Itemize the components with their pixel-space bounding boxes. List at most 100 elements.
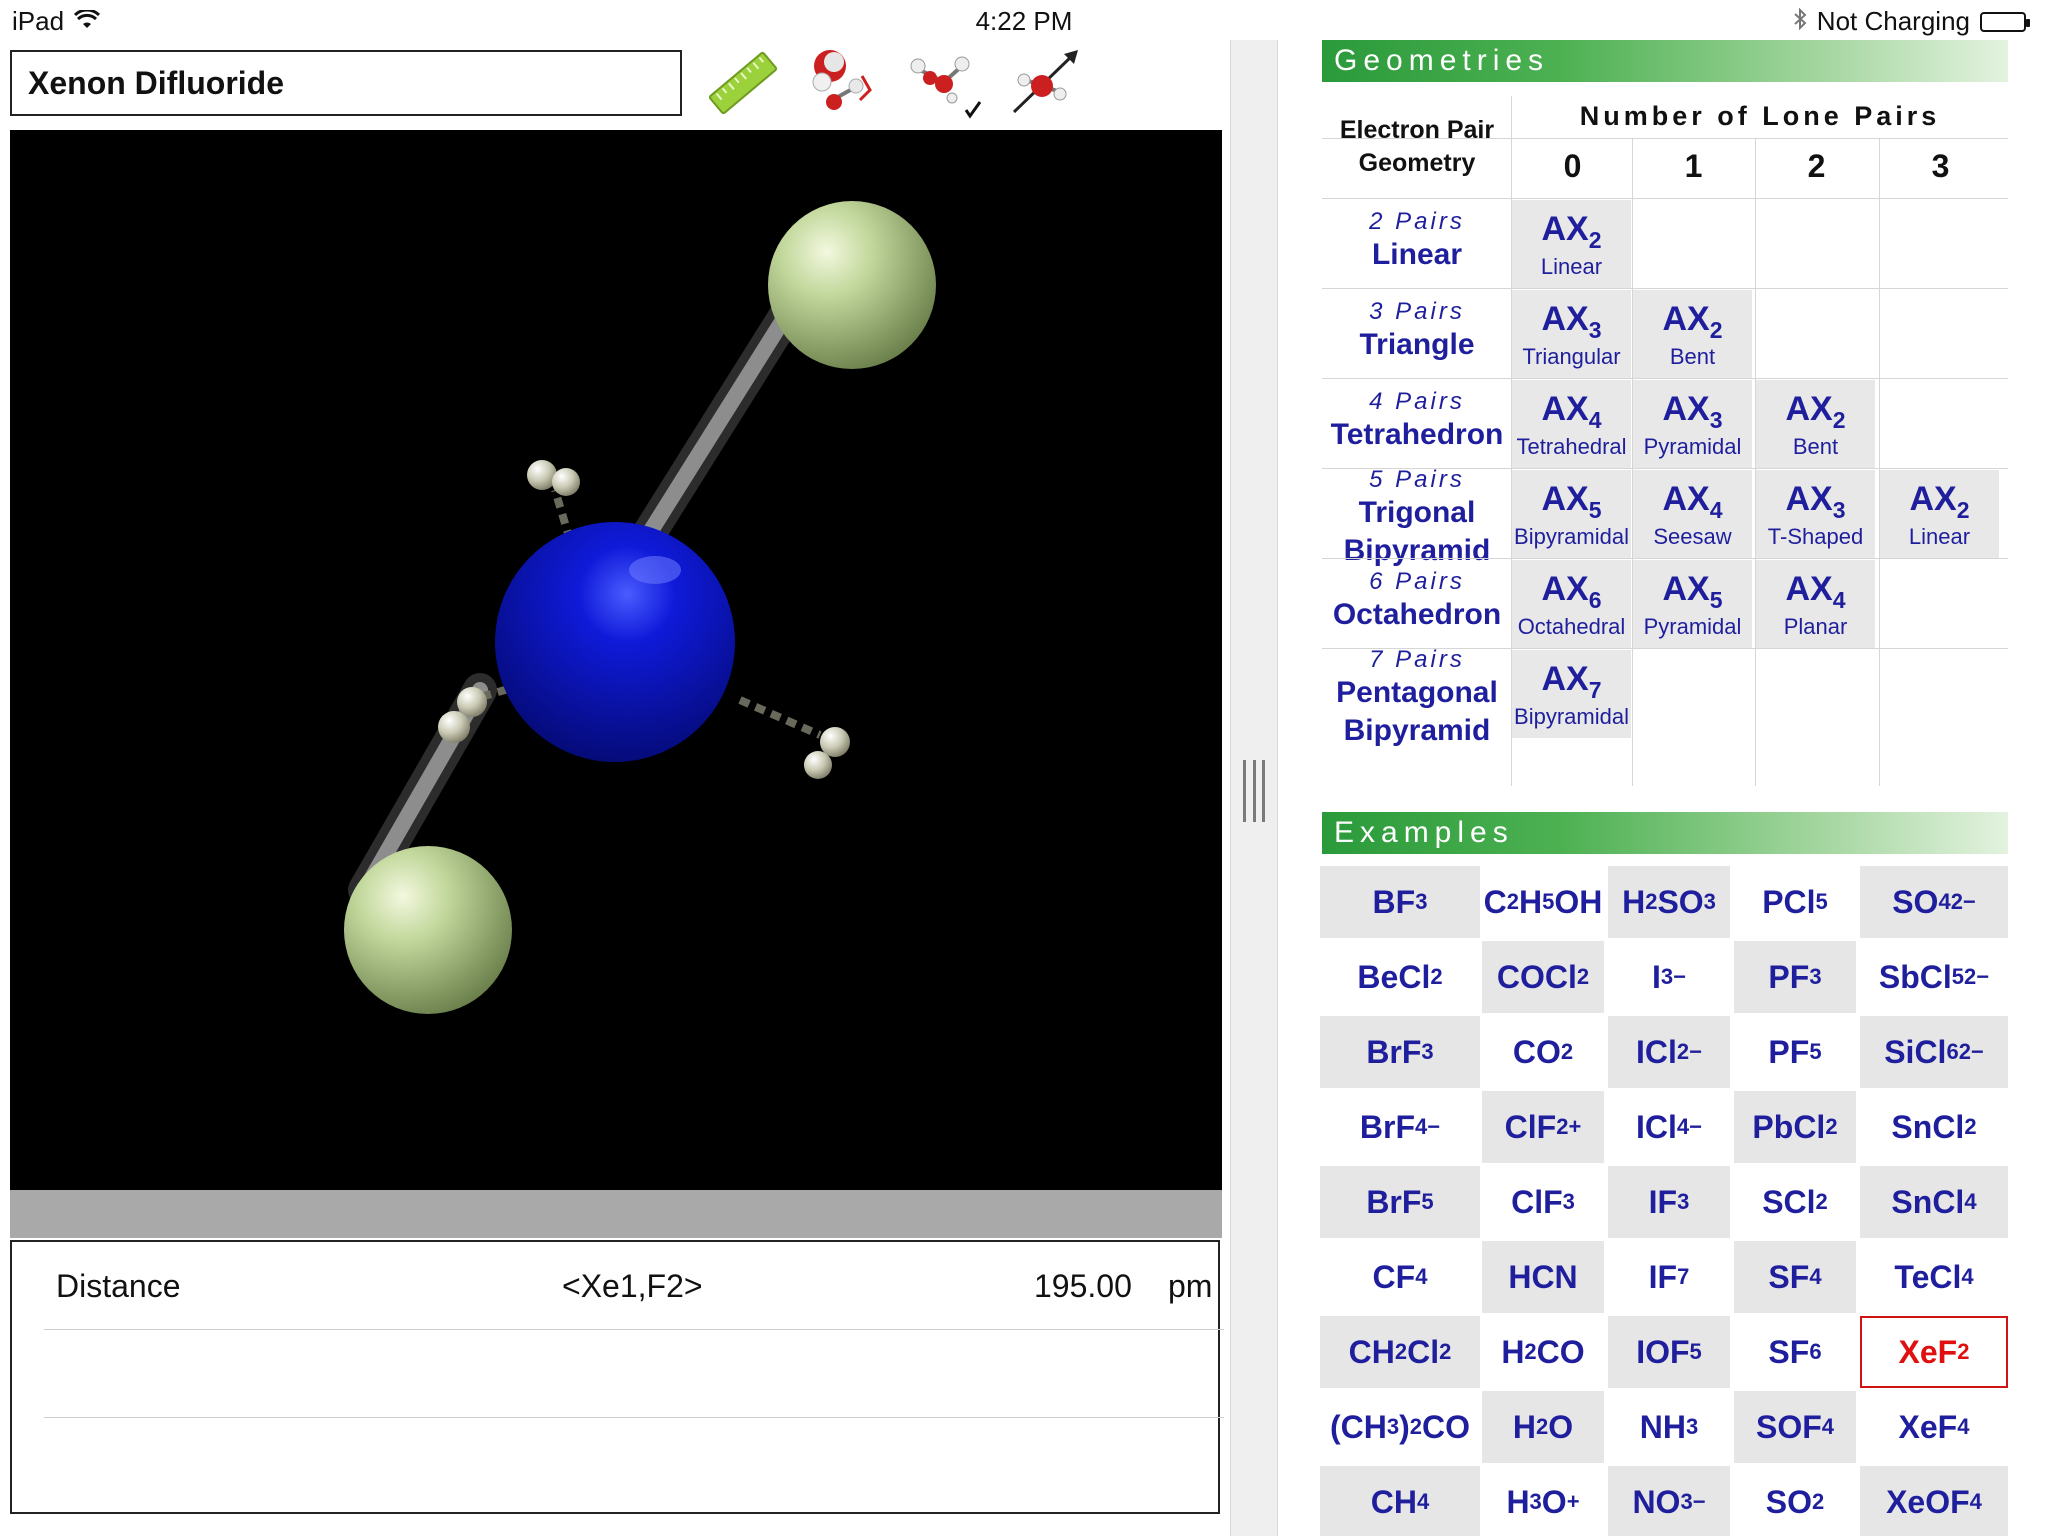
example-molecule-button[interactable]: BrF 5 [1320,1166,1480,1238]
example-molecule-button[interactable]: (CH 3) 2 CO [1320,1391,1480,1463]
geometry-cell[interactable]: AX4 Seesaw [1633,470,1752,558]
dipole-arrow-icon [1012,50,1078,114]
example-molecule-button[interactable]: XeF 4 [1860,1391,2008,1463]
molecule-viewer[interactable] [10,130,1222,1190]
drag-handle-icon[interactable] [1243,760,1265,822]
geometry-cell-empty [1880,380,1999,468]
model-style-button[interactable] [800,40,886,126]
example-molecule-button[interactable]: SF 4 [1734,1241,1856,1313]
geometry-cell-empty [1633,200,1752,288]
example-molecule-button[interactable]: HCN [1482,1241,1604,1313]
molecular-shape: T-Shaped [1767,524,1864,549]
example-molecule-button[interactable]: SO 2 [1734,1466,1856,1536]
geometry-cell[interactable]: AX3 T-Shaped [1756,470,1875,558]
example-molecule-button[interactable]: ClF 2 + [1482,1091,1604,1163]
geometry-cell[interactable]: AX3 Pyramidal [1633,380,1752,468]
example-molecule-button[interactable]: XeF 2 [1860,1316,2008,1388]
fluorine-atom-2 [344,846,512,1014]
example-molecule-button[interactable]: COCl 2 [1482,941,1604,1013]
example-molecule-button[interactable]: PF 3 [1734,941,1856,1013]
dipole-tool-button[interactable] [1000,40,1086,126]
example-molecule-button[interactable]: IOF 5 [1608,1316,1730,1388]
example-molecule-button[interactable]: SnCl 4 [1860,1166,2008,1238]
geometry-row-label: 2 Pairs Linear [1322,208,1512,298]
geometry-cell-empty [1880,560,1999,648]
example-molecule-button[interactable]: I 3− [1608,941,1730,1013]
example-molecule-button[interactable]: SbCl 5 2− [1860,941,2008,1013]
example-molecule-button[interactable]: SCl 2 [1734,1166,1856,1238]
ax-subscript: 3 [1709,407,1723,433]
example-molecule-button[interactable]: H 3 O + [1482,1466,1604,1536]
example-molecule-button[interactable]: H 2 CO [1482,1316,1604,1388]
example-molecule-button[interactable]: SF 6 [1734,1316,1856,1388]
ax-subscript: 4 [1709,497,1723,523]
example-molecule-button[interactable]: SiCl 6 2− [1860,1016,2008,1088]
example-molecule-button[interactable]: PF 5 [1734,1016,1856,1088]
example-molecule-button[interactable]: BF 3 [1320,866,1480,938]
table-divider [1322,378,2008,379]
example-molecule-button[interactable]: CO 2 [1482,1016,1604,1088]
ax-formula: AX3 [1633,390,1752,432]
example-molecule-button[interactable]: H2O [1482,1391,1604,1463]
ax-base: AX [1541,480,1589,518]
geometry-cell[interactable]: AX6 Octahedral [1512,560,1631,648]
example-molecule-button[interactable]: ICl 4− [1608,1091,1730,1163]
example-molecule-button[interactable]: BrF 3 [1320,1016,1480,1088]
ruler-tool-button[interactable] [700,40,786,126]
geometry-cell[interactable]: AX4 Tetrahedral [1512,380,1631,468]
example-molecule-button[interactable]: H 2 SO 3 [1608,866,1730,938]
example-molecule-button[interactable]: BrF 4− [1320,1091,1480,1163]
geometry-cell-empty [1880,650,1999,738]
geometry-cell[interactable]: AX2 Bent [1756,380,1875,468]
geometry-cell[interactable]: AX4 Planar [1756,560,1875,648]
example-molecule-button[interactable]: CH 4 [1320,1466,1480,1536]
geometries-header: Geometries [1322,40,2008,82]
example-molecule-button[interactable]: IF 3 [1608,1166,1730,1238]
ax-subscript: 5 [1588,497,1602,523]
pair-count: 7 Pairs [1369,646,1465,673]
lone-pairs-icon [910,56,982,119]
molecular-shape: Tetrahedral [1516,434,1627,459]
example-molecule-button[interactable]: BeCl 2 [1320,941,1480,1013]
example-molecule-button[interactable]: TeCl 4 [1860,1241,2008,1313]
ax-formula: AX5 [1633,570,1752,612]
example-molecule-button[interactable]: PbCl 2 [1734,1091,1856,1163]
ax-subscript: 7 [1588,677,1602,703]
example-molecule-button[interactable]: XeOF 4 [1860,1466,2008,1536]
pane-splitter[interactable] [1230,40,1278,1536]
example-molecule-button[interactable]: SO 4 2− [1860,866,2008,938]
example-molecule-button[interactable]: CH 2 Cl 2 [1320,1316,1480,1388]
geometry-row-label: 6 Pairs Octahedron [1322,568,1512,658]
example-molecule-button[interactable]: SOF 4 [1734,1391,1856,1463]
geometry-name: Linear [1371,238,1463,271]
lone-pairs-toggle-button[interactable] [900,40,986,126]
geometry-cell[interactable]: AX7 Bipyramidal [1512,650,1631,738]
example-molecule-button[interactable]: SnCl 2 [1860,1091,2008,1163]
table-divider [1755,138,1756,786]
geometry-cell[interactable]: AX2 Linear [1512,200,1631,288]
geometry-cell-empty [1633,650,1752,738]
example-molecule-button[interactable]: NO 3− [1608,1466,1730,1536]
geometry-cell[interactable]: AX5 Pyramidal [1633,560,1752,648]
molecular-shape: Pyramidal [1643,614,1742,639]
ax-base: AX [1662,390,1710,428]
measurement-row[interactable]: Distance <Xe1,F2> 195.00 pm [44,1242,1224,1330]
ax-subscript: 2 [1832,407,1846,433]
molecule-name-field[interactable] [10,50,682,116]
example-molecule-button[interactable]: CF 4 [1320,1241,1480,1313]
ax-formula: AX4 [1512,390,1631,432]
ax-subscript: 4 [1832,587,1846,613]
example-molecule-button[interactable]: PCl 5 [1734,866,1856,938]
geometry-cell[interactable]: AX2 Linear [1880,470,1999,558]
example-molecule-button[interactable]: ICl 2− [1608,1016,1730,1088]
geometry-cell[interactable]: AX3 Triangular [1512,290,1631,378]
fluorine-atom-1 [768,201,936,369]
example-molecule-button[interactable]: NH 3 [1608,1391,1730,1463]
geometry-cell[interactable]: AX2 Bent [1633,290,1752,378]
measurement-row-empty [44,1330,1224,1418]
example-molecule-button[interactable]: IF 7 [1608,1241,1730,1313]
geometry-cell[interactable]: AX5 Bipyramidal [1512,470,1631,558]
example-molecule-button[interactable]: ClF 3 [1482,1166,1604,1238]
table-divider [1632,138,1633,786]
example-molecule-button[interactable]: C 2 H 5 OH [1482,866,1604,938]
